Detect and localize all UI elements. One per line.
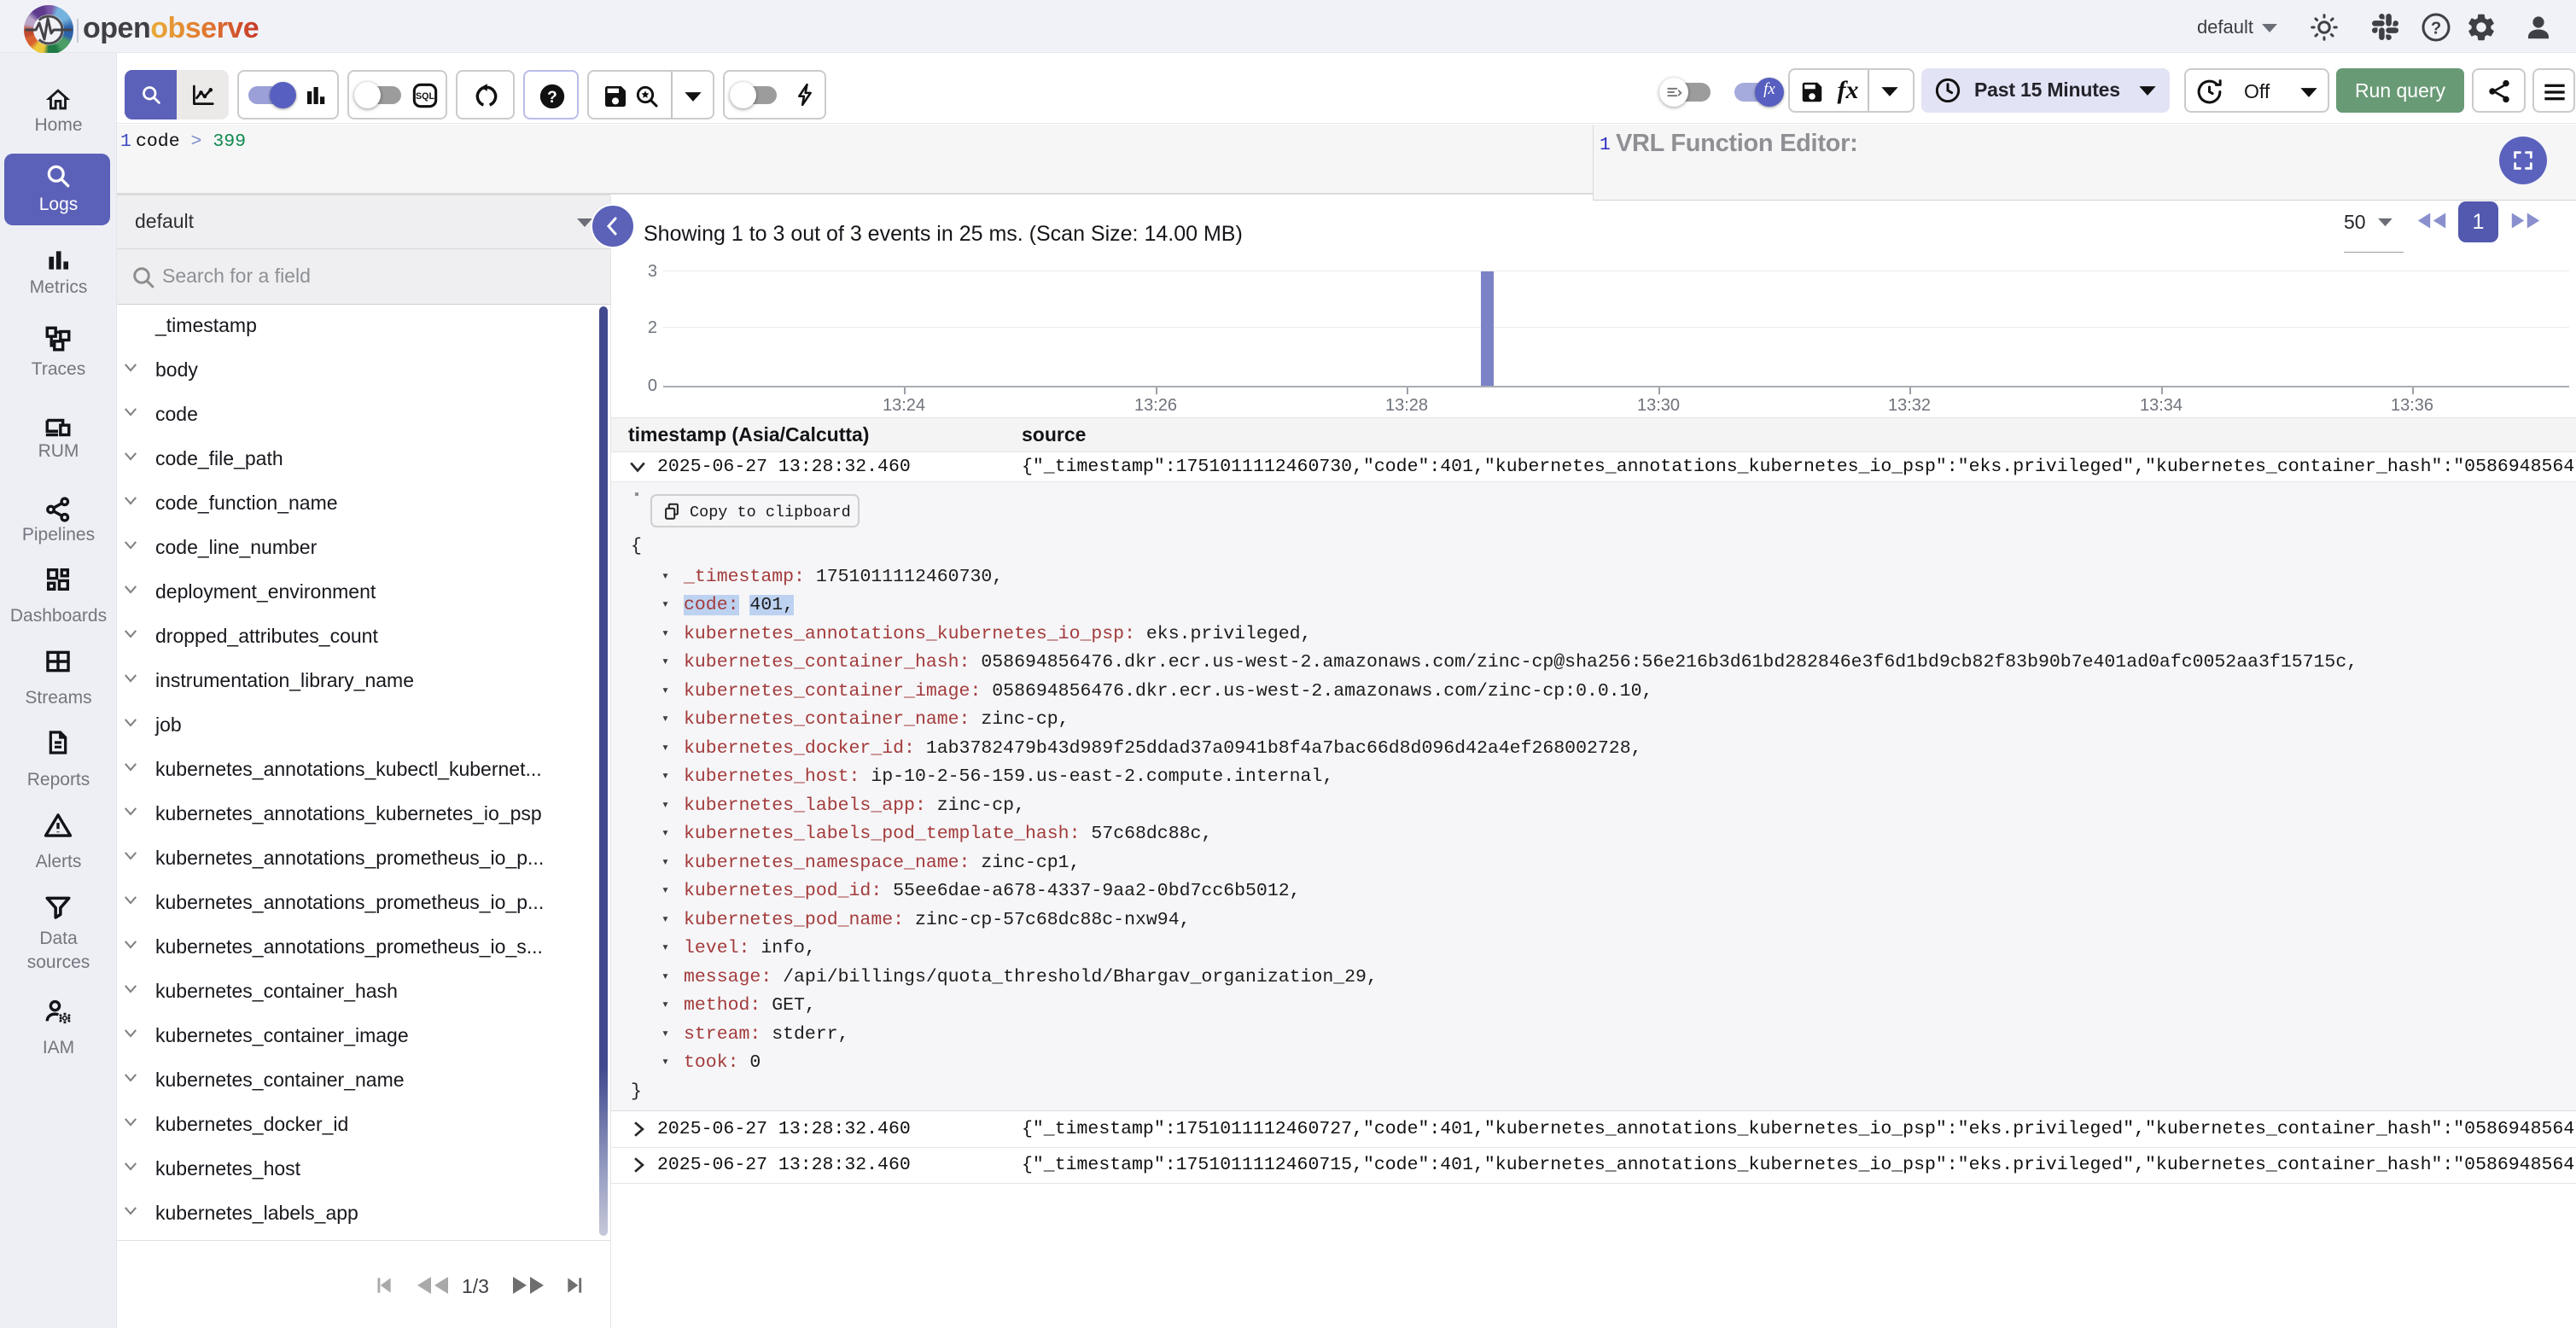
svg-text:?: ? bbox=[2431, 20, 2441, 38]
svg-text:?: ? bbox=[547, 89, 557, 107]
svg-text:SQL: SQL bbox=[416, 91, 434, 102]
